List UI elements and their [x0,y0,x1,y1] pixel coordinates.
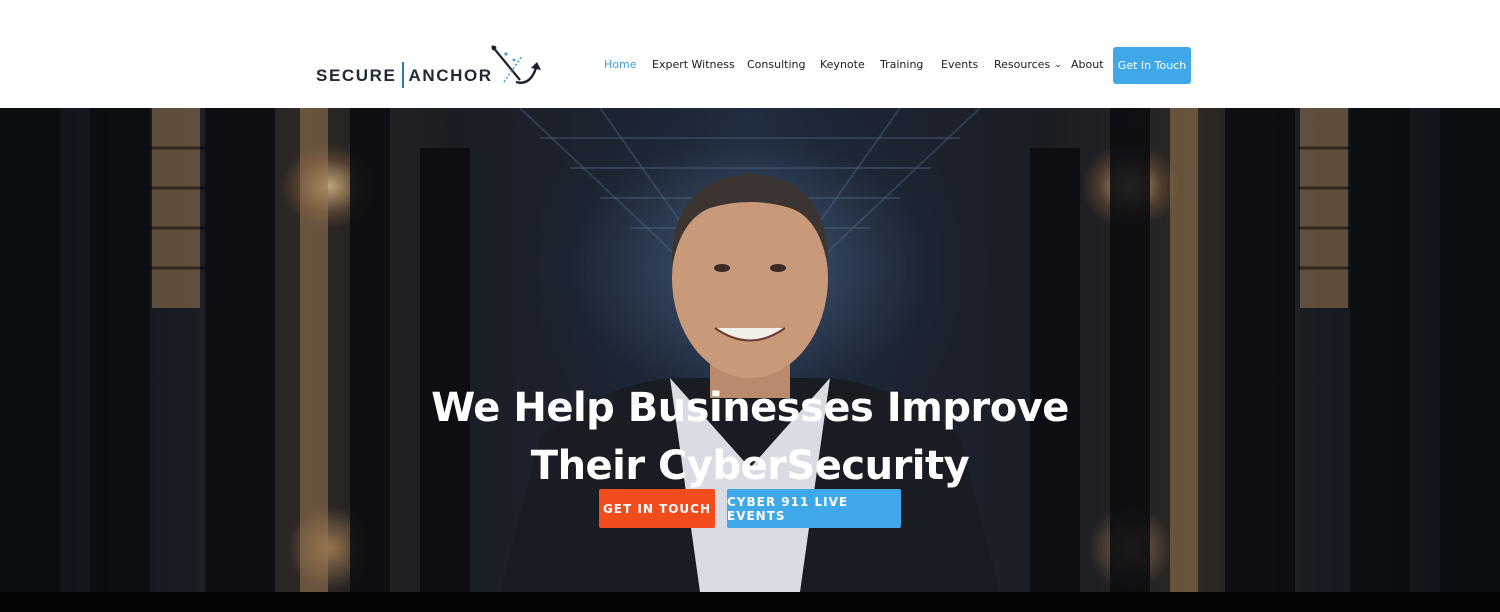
nav-about[interactable]: About [1071,58,1104,71]
hero-headline: We Help Businesses Improve Their CyberSe… [0,379,1500,495]
nav-events[interactable]: Events [941,58,978,71]
nav-resources[interactable]: Resources ⌄ [994,58,1062,71]
get-in-touch-header-button[interactable]: Get In Touch [1113,47,1191,84]
nav-consulting[interactable]: Consulting [747,58,805,71]
cyber-911-live-events-button[interactable]: CYBER 911 LIVE EVENTS [727,489,901,528]
bottom-strip [0,592,1500,612]
nav-training[interactable]: Training [880,58,923,71]
nav-home[interactable]: Home [604,58,636,71]
hero-section: We Help Businesses Improve Their CyberSe… [0,108,1500,592]
site-header: SECURE ANCHOR Home Expert Witness Consult… [0,0,1500,108]
logo[interactable]: SECURE ANCHOR [314,42,544,92]
logo-text: SECURE ANCHOR [316,66,493,86]
nav-resources-label: Resources [994,58,1051,71]
chevron-down-icon: ⌄ [1054,60,1062,70]
hero-headline-line-2: Their CyberSecurity [530,442,970,489]
logo-text-left: SECURE [316,66,397,85]
get-in-touch-button[interactable]: GET IN TOUCH [599,489,715,528]
nav-expert-witness[interactable]: Expert Witness [652,58,735,71]
nav-keynote[interactable]: Keynote [820,58,865,71]
logo-text-right: ANCHOR [408,66,493,85]
anchor-satellite-icon [491,45,541,84]
hero-headline-line-1: We Help Businesses Improve [431,384,1069,431]
logo-divider [402,62,404,88]
